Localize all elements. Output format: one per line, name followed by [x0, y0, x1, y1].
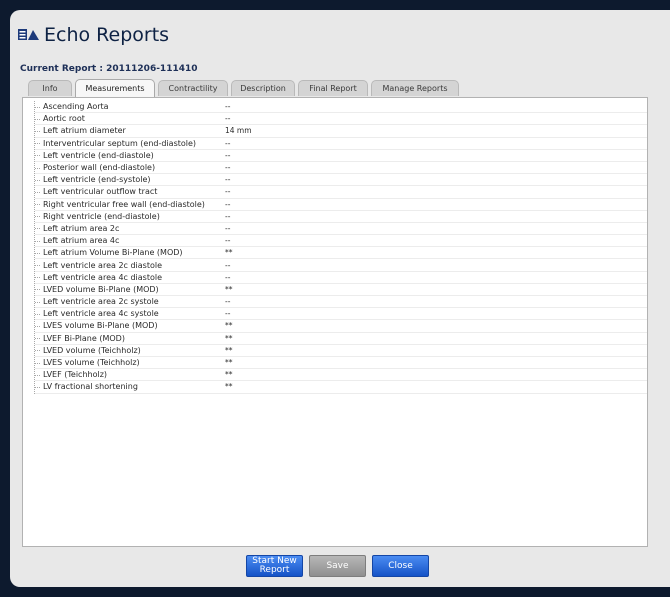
measurement-value: -- [225, 175, 231, 185]
measurement-value: -- [225, 272, 231, 282]
echo-chart-icon [18, 29, 39, 40]
measurement-label: LVED volume (Teichholz) [43, 345, 141, 355]
measurement-row[interactable]: Left ventricle (end-systole) -- [35, 174, 647, 187]
tab-measurements[interactable]: Measurements [75, 79, 155, 97]
measurement-value: -- [225, 114, 231, 124]
measurement-value: -- [225, 309, 231, 319]
measurement-label: Left ventricle area 2c systole [43, 297, 159, 307]
measurement-row[interactable]: Right ventricle (end-diastole) -- [35, 211, 647, 223]
measurement-label: Left ventricle area 4c systole [43, 309, 159, 319]
measurement-row[interactable]: Left ventricle area 2c diastole -- [35, 259, 647, 272]
tab-final-report[interactable]: Final Report [298, 80, 368, 96]
measurement-label: Left ventricle area 4c diastole [43, 272, 163, 282]
tab-contractility[interactable]: Contractility [158, 80, 228, 96]
page: Echo Reports Current Report : 20111206-1… [0, 0, 670, 597]
measurement-value: -- [225, 297, 231, 307]
measurement-row[interactable]: Right ventricular free wall (end-diastol… [35, 199, 647, 211]
measurement-label: LVEF Bi-Plane (MOD) [43, 333, 125, 343]
measurement-row[interactable]: Left ventricle area 2c systole -- [35, 296, 647, 309]
measurement-label: Left atrium Volume Bi-Plane (MOD) [43, 248, 183, 258]
measurement-label: Aortic root [43, 114, 85, 124]
measurement-value: -- [225, 199, 231, 209]
measurements-panel: Ascending Aorta -- Aortic root -- Left atriu… [22, 97, 648, 547]
measurement-label: Left ventricle (end-systole) [43, 175, 151, 185]
measurement-row[interactable]: LVES volume Bi-Plane (MOD) ** [35, 320, 647, 333]
measurement-label: Left atrium area 4c [43, 236, 120, 246]
measurement-value: -- [225, 102, 231, 112]
measurement-label: LVED volume Bi-Plane (MOD) [43, 284, 159, 294]
measurement-value: -- [225, 163, 231, 173]
measurement-label: LVEF (Teichholz) [43, 370, 108, 380]
measurement-row[interactable]: Left atrium Volume Bi-Plane (MOD) ** [35, 247, 647, 260]
measurement-value: ** [225, 321, 233, 331]
app-header: Echo Reports [18, 21, 169, 49]
measurement-row[interactable]: LVEF (Teichholz) ** [35, 369, 647, 382]
measurement-label: LVES volume (Teichholz) [43, 358, 140, 368]
measurement-value: ** [225, 333, 233, 343]
tab-info[interactable]: Info [28, 80, 72, 96]
tab-bar: Info Measurements Contractility Descript… [28, 79, 462, 97]
measurement-value: -- [225, 150, 231, 160]
measurement-value: ** [225, 370, 233, 380]
measurement-label: Ascending Aorta [43, 102, 109, 112]
measurement-label: Left ventricle area 2c diastole [43, 260, 163, 270]
measurement-value: ** [225, 248, 233, 258]
tab-manage-reports[interactable]: Manage Reports [371, 80, 459, 96]
measurement-label: Left atrium area 2c [43, 223, 120, 233]
measurement-row[interactable]: Left atrium area 4c -- [35, 235, 647, 248]
measurement-value: -- [225, 138, 231, 148]
measurement-label: Right ventricular free wall (end-diastol… [43, 199, 205, 209]
measurement-label: LVES volume Bi-Plane (MOD) [43, 321, 158, 331]
measurement-value: -- [225, 223, 231, 233]
measurement-row[interactable]: LVES volume (Teichholz) ** [35, 357, 647, 370]
measurements-list: Ascending Aorta -- Aortic root -- Left atriu… [34, 101, 647, 394]
start-new-report-button[interactable]: Start New Report [246, 555, 303, 577]
current-report-label: Current Report : 20111206-111410 [20, 64, 198, 74]
start-new-report-label-line2: Report [259, 565, 290, 575]
measurement-label: Interventricular septum (end-diastole) [43, 138, 197, 148]
measurement-value: -- [225, 211, 231, 221]
measurement-label: LV fractional shortening [43, 382, 138, 392]
measurement-value: ** [225, 358, 233, 368]
measurement-row[interactable]: LVED volume Bi-Plane (MOD) ** [35, 284, 647, 296]
measurement-value: 14 mm [225, 126, 252, 136]
measurement-label: Left ventricular outflow tract [43, 187, 158, 197]
measurement-row[interactable]: LVEF Bi-Plane (MOD) ** [35, 333, 647, 345]
measurement-row[interactable]: Posterior wall (end-diastole) -- [35, 162, 647, 175]
measurement-label: Left ventricle (end-diastole) [43, 150, 154, 160]
measurement-label: Left atrium diameter [43, 126, 126, 136]
tab-description[interactable]: Description [231, 80, 295, 96]
save-button[interactable]: Save [309, 555, 366, 577]
measurement-value: -- [225, 260, 231, 270]
close-button[interactable]: Close [372, 555, 429, 577]
measurement-row[interactable]: Left ventricle area 4c diastole -- [35, 272, 647, 284]
measurement-row[interactable]: Left ventricle (end-diastole) -- [35, 150, 647, 162]
measurement-row[interactable]: Left atrium diameter 14 mm [35, 125, 647, 138]
measurement-value: -- [225, 236, 231, 246]
measurement-value: ** [225, 345, 233, 355]
measurement-value: ** [225, 382, 233, 392]
measurement-label: Right ventricle (end-diastole) [43, 211, 160, 221]
measurement-row[interactable]: Left ventricular outflow tract -- [35, 186, 647, 199]
measurement-row[interactable]: Left atrium area 2c -- [35, 223, 647, 236]
measurement-row[interactable]: Left ventricle area 4c systole -- [35, 308, 647, 321]
app-title: Echo Reports [44, 24, 170, 46]
measurement-row[interactable]: LVED volume (Teichholz) ** [35, 345, 647, 357]
measurement-row[interactable]: LV fractional shortening ** [35, 381, 647, 394]
measurement-row[interactable]: Aortic root -- [35, 113, 647, 126]
measurement-row[interactable]: Interventricular septum (end-diastole) -- [35, 138, 647, 150]
measurement-value: ** [225, 284, 233, 294]
measurement-row[interactable]: Ascending Aorta -- [35, 101, 647, 114]
measurement-value: -- [225, 187, 231, 197]
button-bar: Start New Report Save Close [246, 555, 435, 577]
measurement-label: Posterior wall (end-diastole) [43, 163, 156, 173]
